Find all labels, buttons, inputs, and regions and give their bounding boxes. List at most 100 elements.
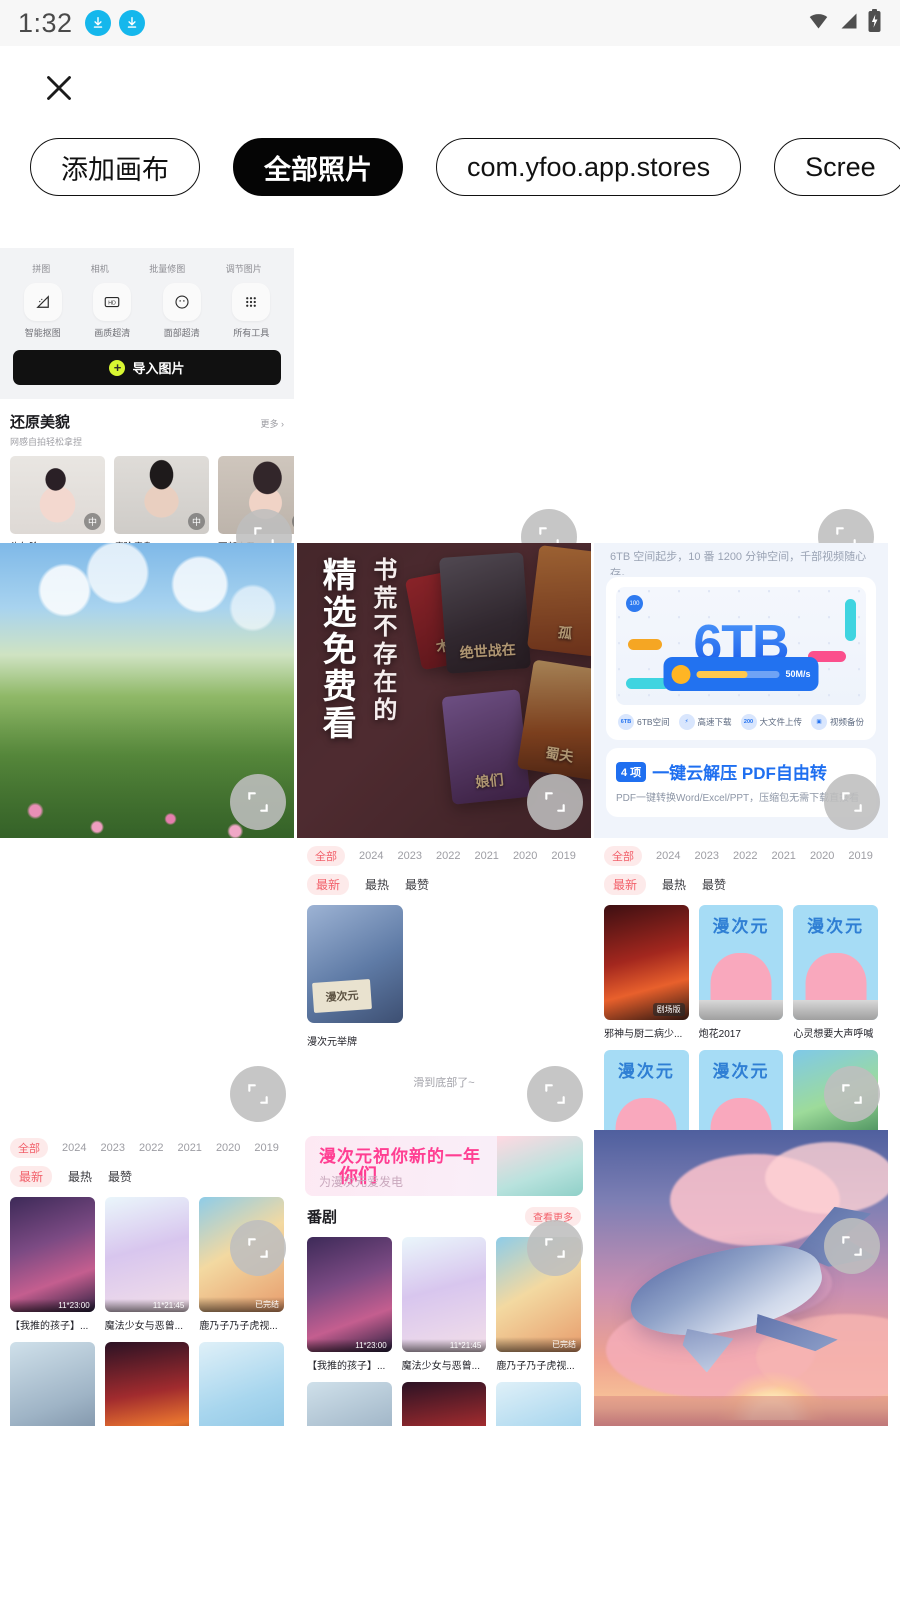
expand-button[interactable] bbox=[521, 509, 577, 543]
expand-button[interactable] bbox=[527, 1220, 583, 1276]
poster-badge: 11*23:00 bbox=[10, 1299, 95, 1312]
editor-tool-panel: 拼图 相机 批量修图 调节图片 智能抠图 HD 画质超清 面部超清 所有工具 +… bbox=[0, 248, 294, 399]
decor-bar-orange bbox=[628, 638, 662, 650]
anime-sort-filters: 最新 最热 最赞 bbox=[297, 866, 591, 895]
signal-icon bbox=[838, 11, 860, 36]
poster-badge: 剧场版 bbox=[747, 1003, 780, 1016]
editor-tools: 智能抠图 HD 画质超清 面部超清 所有工具 bbox=[8, 283, 286, 339]
grid-cell-cloud-app[interactable]: 6TB 空间起步，10 番 1200 分钟空间，千部视频随心存。 100 6TB… bbox=[594, 543, 888, 838]
chip-add-canvas[interactable]: 添加画布 bbox=[30, 138, 200, 196]
anime-year-filters: 全部 2024 2023 2022 2021 2020 2019 bbox=[0, 1130, 294, 1158]
anime-card: 11*23:00 【我推的孩子】... bbox=[307, 1237, 392, 1372]
close-button[interactable] bbox=[36, 67, 82, 113]
year-filter: 2019 bbox=[254, 1142, 279, 1154]
editor-section-title: 还原美貌 bbox=[10, 414, 71, 431]
feature-label: 视频备份 bbox=[829, 717, 864, 727]
face-hd-icon bbox=[162, 283, 201, 321]
year-filter: 2019 bbox=[551, 850, 576, 862]
grid-cell-anime-movies[interactable]: 全部 2024 2023 2022 2021 2020 2019 最新 最热 最… bbox=[594, 838, 888, 1130]
grid-cell-novel-app[interactable]: 木太 绝世战在 孤 娘们 蜀夫 精选免费看 书荒不存在的 bbox=[297, 543, 591, 838]
poster-image: 2024.01 bbox=[199, 1342, 284, 1426]
editor-tool-label: 智能抠图 bbox=[24, 328, 61, 338]
poster-image: 11*21:45 bbox=[104, 1197, 190, 1312]
thumbnail-anime-app-bangumi: 漫次元祝你新的一年 你们 为漫次元爱发电 番剧 查看更多 11*23:00 【我… bbox=[297, 1130, 591, 1426]
editor-section-subtitle: 网感自拍轻松拿捏 bbox=[10, 437, 83, 447]
sort-newest: 最新 bbox=[307, 874, 350, 895]
grid-cell-anime-series[interactable]: 全部 2024 2023 2022 2021 2020 2019 最新 最热 最… bbox=[0, 1130, 294, 1426]
anime-card bbox=[307, 1382, 392, 1426]
poster-brand-text: 漫次元 bbox=[712, 1062, 770, 1081]
filter-chip-row[interactable]: 添加画布 全部照片 com.yfoo.app.stores Scree bbox=[0, 134, 900, 200]
year-filter: 2020 bbox=[215, 1142, 241, 1154]
anime-item-title-wrap: 漫次元举牌 bbox=[297, 1033, 591, 1048]
anime-sort-filters: 最新 最热 最赞 bbox=[594, 866, 888, 895]
anime-year-filters: 全部 2024 2023 2022 2021 2020 2019 bbox=[297, 838, 591, 866]
year-filter: 2020 bbox=[512, 850, 538, 862]
decor-bar-teal bbox=[845, 599, 856, 641]
expand-button[interactable] bbox=[824, 1066, 880, 1122]
poster-image bbox=[10, 1342, 95, 1426]
grid-cell-photo-editor[interactable]: 拼图 相机 批量修图 调节图片 智能抠图 HD 画质超清 面部超清 所有工具 +… bbox=[0, 248, 294, 543]
anime-year-filters: 全部 2024 2023 2022 2021 2020 2019 bbox=[594, 838, 888, 866]
editor-tool-label: 画质超清 bbox=[94, 328, 131, 338]
expand-button[interactable] bbox=[818, 509, 874, 543]
poster-badge: 剧场版 bbox=[841, 1003, 874, 1016]
cloud-shape bbox=[764, 1141, 888, 1214]
cloud-feature: ⚡ 高速下载 bbox=[678, 714, 732, 730]
poster-badge: 11*21:45 bbox=[401, 1339, 487, 1352]
feature-icon: ⚡ bbox=[678, 714, 695, 730]
editor-section-header: 还原美貌 更多 › bbox=[10, 411, 284, 432]
editor-top-label: 相机 bbox=[90, 264, 109, 274]
banner-subtitle: 为漫次元爱发电 bbox=[319, 1175, 404, 1189]
year-filter: 2020 bbox=[809, 850, 835, 862]
grid-cell-scenery[interactable] bbox=[0, 543, 294, 838]
cloud-feature: 200 大文件上传 bbox=[740, 714, 803, 730]
anime-card: 11*21:45 魔法少女与恶曾... bbox=[401, 1237, 487, 1372]
thumbnail-whale-art bbox=[594, 1130, 888, 1426]
status-notification-icons bbox=[84, 10, 145, 36]
chip-screenshots[interactable]: Scree bbox=[774, 138, 900, 196]
anime-card-title: 【我推的孩子】... bbox=[10, 1321, 89, 1332]
editor-top-label: 拼图 bbox=[32, 264, 51, 274]
novel-headline: 精选免费看 bbox=[317, 557, 356, 742]
poster-image: 剧场版 bbox=[604, 905, 689, 1020]
chip-label: 添加画布 bbox=[61, 154, 169, 185]
feature-label: 大文件上传 bbox=[759, 717, 803, 727]
expand-button[interactable] bbox=[527, 1066, 583, 1122]
editor-beauty-card: 中 瘦脸瘦身 bbox=[114, 456, 209, 543]
download-icon bbox=[118, 10, 145, 36]
expand-button[interactable] bbox=[824, 774, 880, 830]
grid-cell-whale-art[interactable] bbox=[594, 1130, 888, 1426]
cloud-feature: ▣ 视频备份 bbox=[810, 714, 864, 730]
close-icon bbox=[41, 70, 77, 111]
expand-button[interactable] bbox=[230, 774, 286, 830]
chip-label: com.yfoo.app.stores bbox=[467, 151, 711, 182]
status-bar: 1:32 bbox=[0, 0, 900, 46]
chip-all-photos[interactable]: 全部照片 bbox=[233, 138, 403, 196]
grid-cell-empty bbox=[594, 248, 888, 543]
anime-card-title: 【我推的孩子】... bbox=[307, 1361, 386, 1372]
grid-cell-anime-empty-list[interactable]: 全部 2024 2023 2022 2021 2020 2019 最新 最热 最… bbox=[297, 838, 591, 1130]
anime-card: 漫次元 剧场版 心灵想要大声呼喊 bbox=[793, 905, 878, 1040]
anime-card: 漫次元 剧场版 bbox=[604, 1050, 689, 1130]
poster-brand-text: 漫次元 bbox=[617, 1062, 675, 1081]
poster-badge: 已完结 bbox=[199, 1297, 284, 1312]
year-filter: 2022 bbox=[435, 850, 461, 862]
editor-tool-all: 所有工具 bbox=[220, 283, 282, 339]
anime-card-title: 鹿乃子乃子虎视... bbox=[199, 1321, 278, 1332]
sign-board: 漫次元 bbox=[312, 979, 372, 1013]
year-filter: 2024 bbox=[359, 850, 384, 862]
expand-button[interactable] bbox=[527, 774, 583, 830]
expand-button[interactable] bbox=[824, 1218, 880, 1274]
grid-cell-anime-bangumi[interactable]: 漫次元祝你新的一年 你们 为漫次元爱发电 番剧 查看更多 11*23:00 【我… bbox=[297, 1130, 591, 1426]
expand-button[interactable] bbox=[230, 1220, 286, 1276]
bangumi-section-title: 番剧 bbox=[307, 1209, 338, 1226]
editor-top-label: 调节图片 bbox=[225, 264, 262, 274]
cutout-icon bbox=[23, 283, 62, 321]
poster-badge: 11*21:45 bbox=[104, 1299, 190, 1312]
chip-com-yfoo-app-stores[interactable]: com.yfoo.app.stores bbox=[436, 138, 742, 196]
year-filter: 2022 bbox=[138, 1142, 164, 1154]
chip-label: 全部照片 bbox=[264, 154, 372, 185]
expand-button[interactable] bbox=[230, 1066, 286, 1122]
speed-label: 50M/s bbox=[785, 669, 811, 679]
